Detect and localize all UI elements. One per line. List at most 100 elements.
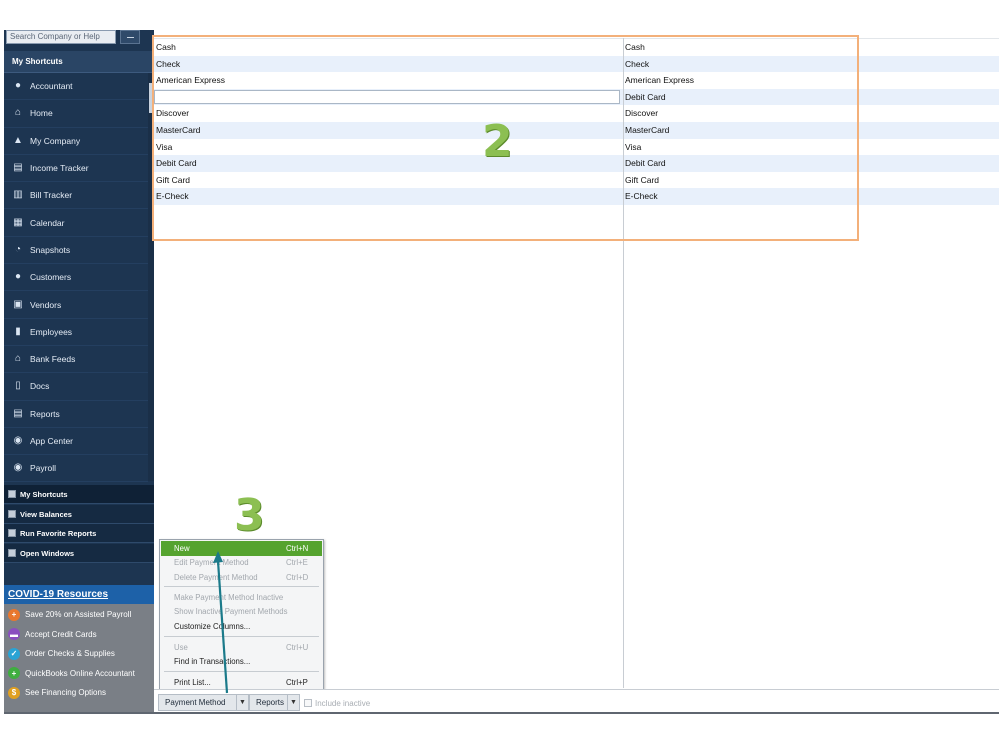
menu-item-edit-payment-method: Edit Payment Method Ctrl+E <box>161 556 322 571</box>
payment-method-name: E-Check <box>156 191 189 202</box>
menu-item-print-list[interactable]: Print List... Ctrl+P <box>161 675 322 690</box>
promo-link[interactable]: ✓ Order Checks & Supplies <box>4 644 154 664</box>
sidebar-item-home[interactable]: ⌂ Home <box>4 100 148 128</box>
payment-method-name: Visa <box>156 141 173 152</box>
table-row[interactable]: MasterCard MasterCard <box>154 122 999 139</box>
include-inactive-checkbox[interactable] <box>304 699 312 707</box>
menu-item-make-payment-method-inactive: Make Payment Method Inactive <box>161 590 322 605</box>
app-center-icon: ◉ <box>13 435 23 446</box>
step-number-3: 3 <box>234 490 265 541</box>
promo-label: QuickBooks Online Accountant <box>25 668 135 678</box>
menu-item-new[interactable]: New Ctrl+N <box>161 541 322 556</box>
sidebar-item-vendors[interactable]: ▣ Vendors <box>4 291 148 319</box>
new-name-input[interactable] <box>154 89 620 104</box>
menu-item-label: Delete Payment Method <box>174 572 258 582</box>
sidebar-item-income-tracker[interactable]: ▤ Income Tracker <box>4 155 148 183</box>
sidebar-item-calendar[interactable]: ▦ Calendar <box>4 209 148 237</box>
sidebar-item-snapshots[interactable]: ◔ Snapshots <box>4 237 148 265</box>
quickbooks-window: Search Company or Help My Shortcuts ● Acc… <box>0 0 999 749</box>
company-icon: ▲ <box>13 134 23 146</box>
table-row[interactable]: E-Check E-Check <box>154 188 999 205</box>
promo-link[interactable]: + QuickBooks Online Accountant <box>4 664 154 684</box>
payment-method-name: Discover <box>156 108 190 119</box>
menu-item-shortcut: Ctrl+D <box>286 572 309 582</box>
section-icon <box>8 529 16 537</box>
sidebar-item-label: Accountant <box>30 81 73 92</box>
step-number-2: 2 <box>482 116 513 167</box>
payment-method-type: Gift Card <box>625 174 660 185</box>
sidebar-item-customers[interactable]: ● Customers <box>4 264 148 292</box>
scrollbar-thumb[interactable] <box>149 83 152 113</box>
section-label: Run Favorite Reports <box>20 528 97 538</box>
sidebar-item-reports[interactable]: ▤ Reports <box>4 401 148 428</box>
section-open-windows[interactable]: Open Windows <box>4 544 154 563</box>
menu-item-show-inactive-payment-methods: Show Inactive Payment Methods <box>161 605 322 620</box>
reports-button[interactable]: Reports ▼ <box>249 694 300 711</box>
payment-method-menu: New Ctrl+N Edit Payment Method Ctrl+E Delete… <box>159 539 324 691</box>
menu-item-use: Use Ctrl+U <box>161 640 322 655</box>
table-row[interactable]: Check Check <box>154 55 999 73</box>
report-icon: ▤ <box>13 407 23 419</box>
covid-resources-link[interactable]: COVID-19 Resources <box>4 585 154 604</box>
section-label: My Shortcuts <box>20 489 68 499</box>
sidebar-item-payroll[interactable]: ◉ Payroll <box>4 455 148 483</box>
table-row[interactable]: Gift Card Gift Card <box>154 172 999 189</box>
table-row[interactable]: Cash Cash <box>154 39 999 56</box>
payment-method-name: MasterCard <box>156 125 201 135</box>
sidebar-item-app-center[interactable]: ◉ App Center <box>4 428 148 456</box>
sidebar-item-label: Docs <box>30 381 50 392</box>
shortcut-list: ● Accountant ⌂ Home ▲ My Company ▤ Income Track… <box>4 73 148 483</box>
plus-icon: + <box>8 608 20 621</box>
credit-card-icon: ▬ <box>8 628 20 641</box>
table-row[interactable]: American Express American Express <box>154 72 999 89</box>
reports-label: Reports <box>256 698 285 707</box>
sidebar-item-label: Snapshots <box>30 244 71 255</box>
section-label: Open Windows <box>20 548 75 558</box>
sidebar-item-bank-feeds[interactable]: ⌂ Bank Feeds <box>4 346 148 374</box>
payment-method-type: E-Check <box>625 191 658 202</box>
sidebar-item-label: Employees <box>30 326 73 337</box>
section-my-shortcuts[interactable]: My Shortcuts <box>4 485 154 504</box>
chevron-down-icon[interactable]: ▼ <box>287 695 299 710</box>
section-view-balances[interactable]: View Balances <box>4 505 154 524</box>
payment-method-name: American Express <box>156 75 225 86</box>
promo-label: Save 20% on Assisted Payroll <box>25 610 132 620</box>
promo-link[interactable]: $ See Financing Options <box>4 683 154 703</box>
promo-link[interactable]: ▬ Accept Credit Cards <box>4 625 154 645</box>
payment-method-button[interactable]: Payment Method ▼ <box>158 694 249 711</box>
promo-label: Accept Credit Cards <box>25 629 97 639</box>
sidebar-item-label: Payroll <box>30 463 56 474</box>
payment-method-type: Visa <box>625 141 642 152</box>
section-run-favorite-reports[interactable]: Run Favorite Reports <box>4 524 154 543</box>
customer-icon: ● <box>14 271 22 283</box>
table-row[interactable]: Debit Card <box>154 88 999 106</box>
search-input[interactable]: Search Company or Help <box>6 30 116 44</box>
menu-item-delete-payment-method: Delete Payment Method Ctrl+D <box>161 570 322 585</box>
section-icon <box>8 510 16 518</box>
sidebar-item-docs[interactable]: ▯ Docs <box>4 373 148 401</box>
sidebar-item-employees[interactable]: ▮ Employees <box>4 319 148 346</box>
promo-link[interactable]: + Save 20% on Assisted Payroll <box>4 605 154 625</box>
sidebar-item-accountant[interactable]: ● Accountant <box>4 73 148 101</box>
menu-item-label: Show Inactive Payment Methods <box>174 607 288 617</box>
menu-item-label: Make Payment Method Inactive <box>174 592 284 602</box>
table-row[interactable]: Visa Visa <box>154 139 999 156</box>
table-row[interactable]: Discover Discover <box>154 105 999 122</box>
menu-item-label: Find in Transactions... <box>174 657 251 667</box>
empty-area <box>4 714 999 749</box>
sidebar-item-label: Bank Feeds <box>30 354 76 365</box>
column-divider[interactable] <box>623 38 624 688</box>
my-shortcuts-header: My Shortcuts <box>4 51 154 73</box>
sidebar-item-my-company[interactable]: ▲ My Company <box>4 128 148 155</box>
chevron-down-icon[interactable]: ▼ <box>236 695 248 710</box>
menu-item-customize-columns[interactable]: Customize Columns... <box>161 619 322 634</box>
sidebar-item-bill-tracker[interactable]: ▥ Bill Tracker <box>4 182 148 210</box>
table-row[interactable]: Debit Card Debit Card <box>154 155 999 172</box>
menu-item-find-in-transactions[interactable]: Find in Transactions... <box>161 655 322 670</box>
menu-item-label: Edit Payment Method <box>174 558 249 568</box>
payment-method-name: Debit Card <box>156 158 197 169</box>
plus-icon: + <box>8 667 20 680</box>
document-icon: ▯ <box>15 380 21 392</box>
search-button[interactable] <box>120 30 140 44</box>
payment-method-type: American Express <box>625 75 694 86</box>
